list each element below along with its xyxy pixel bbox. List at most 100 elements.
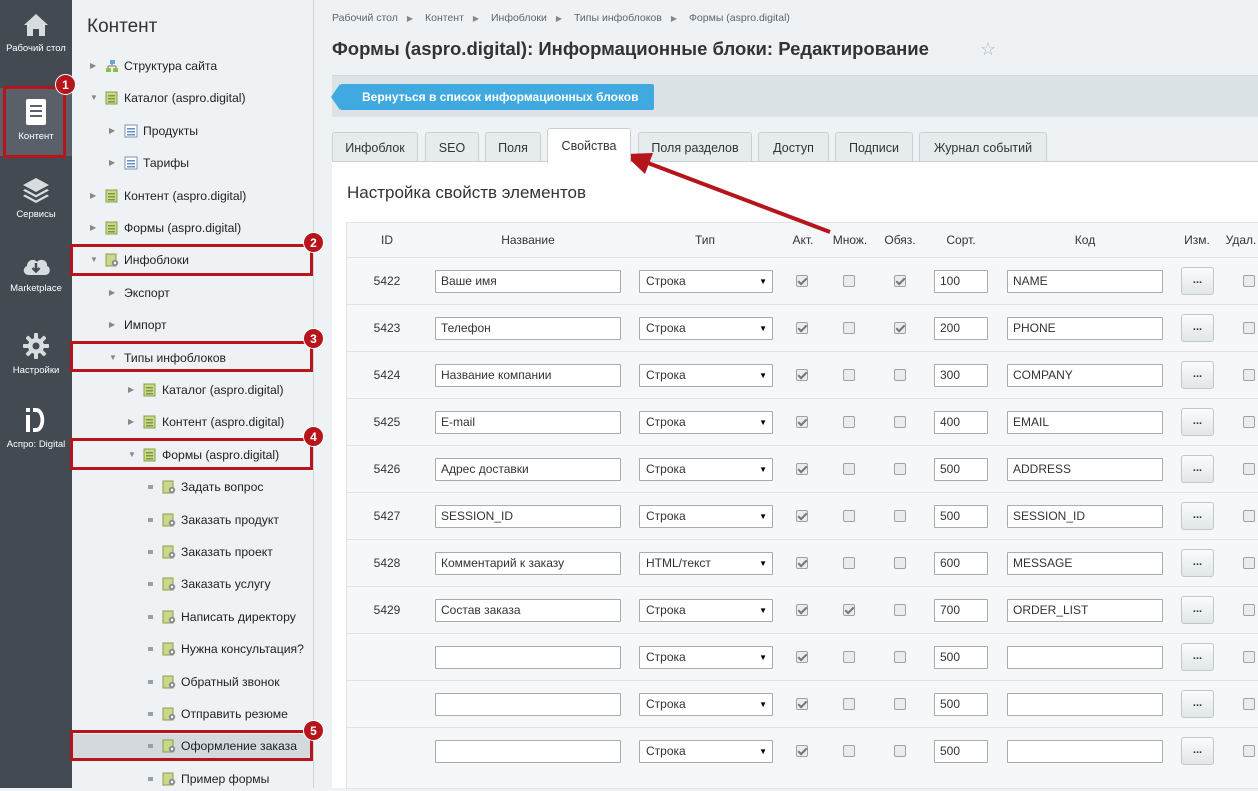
expand-arrow-icon[interactable]: ▶ [109, 151, 115, 175]
type-select[interactable]: Строка ▼ [639, 458, 773, 481]
required-checkbox[interactable] [894, 275, 906, 287]
type-select[interactable]: Строка ▼ [639, 317, 773, 340]
edit-property-button[interactable]: ... [1181, 690, 1214, 718]
code-input[interactable]: SESSION_ID [1007, 505, 1163, 528]
type-select[interactable]: Строка ▼ [639, 411, 773, 434]
tab-fields[interactable]: Поля [485, 132, 541, 162]
multiple-checkbox[interactable] [843, 510, 855, 522]
tree-item[interactable]: ▶ Контент (aspro.digital) [72, 184, 313, 208]
tab-captions[interactable]: Подписи [835, 132, 913, 162]
sort-input[interactable]: 600 [934, 552, 988, 575]
name-input[interactable]: SESSION_ID [435, 505, 621, 528]
required-checkbox[interactable] [894, 510, 906, 522]
nav-desktop[interactable]: Рабочий стол [0, 12, 72, 72]
sort-input[interactable]: 500 [934, 693, 988, 716]
delete-checkbox[interactable] [1243, 463, 1255, 475]
name-input[interactable]: E-mail [435, 411, 621, 434]
tree-item[interactable]: Задать вопрос [72, 475, 313, 499]
active-checkbox[interactable] [796, 369, 808, 381]
tree-item[interactable]: ▶ Контент (aspro.digital) [72, 410, 313, 434]
required-checkbox[interactable] [894, 463, 906, 475]
expand-arrow-icon[interactable]: ▶ [109, 119, 115, 143]
tree-item[interactable]: ▶ Тарифы [72, 151, 313, 175]
multiple-checkbox[interactable] [843, 698, 855, 710]
breadcrumb-item[interactable]: Инфоблоки [491, 12, 547, 24]
code-input[interactable]: COMPANY [1007, 364, 1163, 387]
type-select[interactable]: Строка ▼ [639, 599, 773, 622]
delete-checkbox[interactable] [1243, 698, 1255, 710]
edit-property-button[interactable]: ... [1181, 596, 1214, 624]
code-input[interactable] [1007, 740, 1163, 763]
breadcrumb-item[interactable]: Рабочий стол [332, 12, 398, 24]
edit-property-button[interactable]: ... [1181, 455, 1214, 483]
type-select[interactable]: Строка ▼ [639, 505, 773, 528]
name-input[interactable]: Комментарий к заказу [435, 552, 621, 575]
tree-item[interactable]: ▼ Каталог (aspro.digital) [72, 86, 313, 110]
active-checkbox[interactable] [796, 416, 808, 428]
tree-item[interactable]: Заказать продукт [72, 508, 313, 532]
tab-seo[interactable]: SEO [425, 132, 479, 162]
tree-item[interactable]: Нужна консультация? [72, 637, 313, 661]
edit-property-button[interactable]: ... [1181, 643, 1214, 671]
delete-checkbox[interactable] [1243, 322, 1255, 334]
tab-event-log[interactable]: Журнал событий [919, 132, 1047, 162]
edit-property-button[interactable]: ... [1181, 361, 1214, 389]
tab-section-fields[interactable]: Поля разделов [638, 132, 752, 162]
active-checkbox[interactable] [796, 275, 808, 287]
tree-item[interactable]: ▶ Каталог (aspro.digital) [72, 378, 313, 402]
required-checkbox[interactable] [894, 604, 906, 616]
tree-item[interactable]: ▶ Экспорт [72, 281, 313, 305]
edit-property-button[interactable]: ... [1181, 267, 1214, 295]
tab-infoblock[interactable]: Инфоблок [332, 132, 418, 162]
tree-item[interactable]: ▶ Импорт [72, 313, 313, 337]
sort-input[interactable]: 400 [934, 411, 988, 434]
required-checkbox[interactable] [894, 416, 906, 428]
active-checkbox[interactable] [796, 745, 808, 757]
multiple-checkbox[interactable] [843, 745, 855, 757]
active-checkbox[interactable] [796, 698, 808, 710]
delete-checkbox[interactable] [1243, 510, 1255, 522]
expand-arrow-icon[interactable]: ▶ [128, 378, 134, 402]
active-checkbox[interactable] [796, 322, 808, 334]
delete-checkbox[interactable] [1243, 745, 1255, 757]
nav-services[interactable]: Сервисы [0, 176, 72, 226]
name-input[interactable]: Адрес доставки [435, 458, 621, 481]
active-checkbox[interactable] [796, 604, 808, 616]
name-input[interactable] [435, 740, 621, 763]
multiple-checkbox[interactable] [843, 369, 855, 381]
sort-input[interactable]: 200 [934, 317, 988, 340]
expand-arrow-icon[interactable]: ▶ [90, 184, 96, 208]
required-checkbox[interactable] [894, 698, 906, 710]
nav-settings[interactable]: Настройки [0, 332, 72, 380]
active-checkbox[interactable] [796, 651, 808, 663]
code-input[interactable] [1007, 693, 1163, 716]
back-to-list-button[interactable]: Вернуться в список информационных блоков [331, 84, 654, 110]
sort-input[interactable]: 500 [934, 505, 988, 528]
multiple-checkbox[interactable] [843, 322, 855, 334]
sort-input[interactable]: 100 [934, 270, 988, 293]
tree-item[interactable]: Пример формы [72, 767, 313, 791]
breadcrumb-item[interactable]: Типы инфоблоков [574, 12, 662, 24]
code-input[interactable]: ADDRESS [1007, 458, 1163, 481]
breadcrumb-item[interactable]: Формы (aspro.digital) [689, 12, 790, 24]
expand-arrow-icon[interactable]: ▶ [128, 410, 134, 434]
expand-arrow-icon[interactable]: ▶ [90, 54, 96, 78]
breadcrumb-item[interactable]: Контент [425, 12, 464, 24]
expand-arrow-icon[interactable]: ▶ [109, 313, 115, 337]
tree-item[interactable]: Отправить резюме [72, 702, 313, 726]
required-checkbox[interactable] [894, 745, 906, 757]
type-select[interactable]: Строка ▼ [639, 740, 773, 763]
collapse-arrow-icon[interactable]: ▼ [90, 86, 98, 110]
multiple-checkbox[interactable] [843, 557, 855, 569]
code-input[interactable]: EMAIL [1007, 411, 1163, 434]
required-checkbox[interactable] [894, 322, 906, 334]
required-checkbox[interactable] [894, 557, 906, 569]
sort-input[interactable]: 300 [934, 364, 988, 387]
edit-property-button[interactable]: ... [1181, 502, 1214, 530]
delete-checkbox[interactable] [1243, 651, 1255, 663]
expand-arrow-icon[interactable]: ▶ [90, 216, 96, 240]
tree-item[interactable]: Обратный звонок [72, 670, 313, 694]
active-checkbox[interactable] [796, 557, 808, 569]
tree-item[interactable]: Заказать услугу [72, 572, 313, 596]
sort-input[interactable]: 500 [934, 458, 988, 481]
